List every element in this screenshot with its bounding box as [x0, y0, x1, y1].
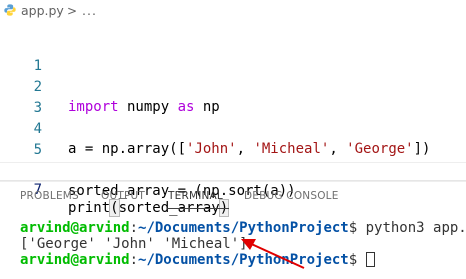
terminal-prompt: $ — [348, 220, 366, 236]
tab-output[interactable]: OUTPUT — [101, 190, 145, 202]
breadcrumb-file[interactable]: app.py — [21, 3, 64, 19]
code-line-5[interactable]: 5 — [0, 120, 466, 158]
tab-problems[interactable]: PROBLEMS — [20, 190, 79, 202]
code-line-7[interactable]: 7 print(sorted_array) — [0, 162, 466, 217]
terminal-user: arvind@arvind — [20, 252, 130, 268]
breadcrumb-more[interactable]: ... — [82, 3, 97, 19]
chevron-right-icon: > — [67, 4, 78, 18]
terminal-path: ~/Documents/PythonProject — [138, 252, 349, 268]
tab-terminal[interactable]: TERMINAL — [168, 190, 223, 202]
terminal-command: python3 app.py — [365, 220, 466, 236]
tab-debug-console[interactable]: DEBUG CONSOLE — [244, 190, 339, 202]
breadcrumb: app.py > ... — [0, 0, 466, 22]
python-file-icon — [4, 4, 16, 16]
code-line-1[interactable]: 1 — [0, 36, 466, 74]
code-line-3[interactable]: 3 — [0, 78, 466, 116]
terminal-separator: : — [129, 252, 139, 268]
terminal-prompt: $ — [348, 252, 366, 268]
active-tab-indicator — [167, 208, 229, 209]
terminal-cursor — [365, 252, 375, 267]
terminal-line-prompt[interactable]: arvind@arvind:~/Documents/PythonProject$ — [20, 250, 375, 270]
code-line-2[interactable]: 2 import numpy as np — [0, 57, 466, 115]
code-line-6[interactable]: 6 sorted_array = (np.sort(a)) — [0, 141, 466, 199]
code-line-4[interactable]: 4 a = np.array(['John', 'Micheal', 'Geor… — [0, 99, 466, 157]
panel-tabs: PROBLEMS OUTPUT TERMINAL DEBUG CONSOLE — [0, 181, 466, 211]
